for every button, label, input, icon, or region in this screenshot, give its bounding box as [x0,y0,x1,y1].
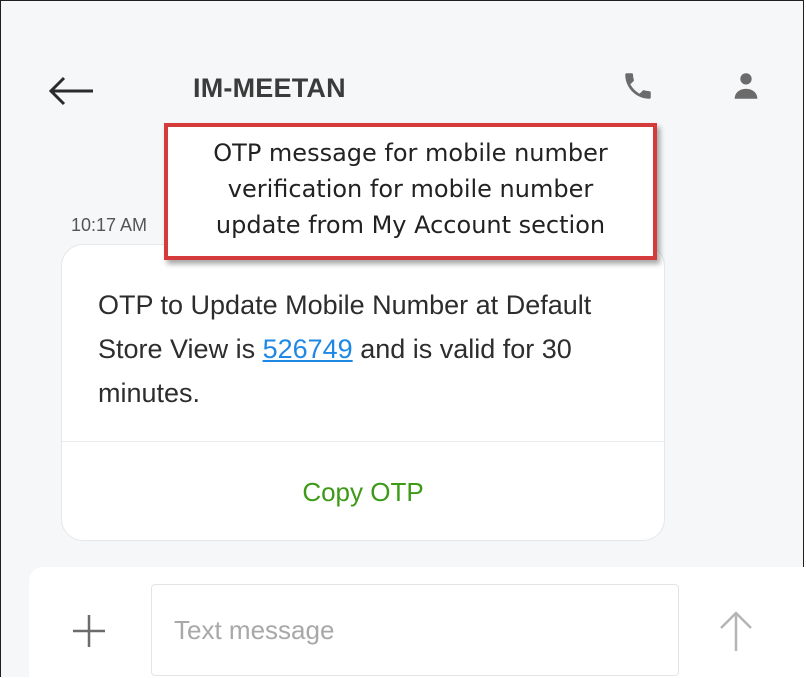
conversation-header: IM-MEETAN [1,1,803,121]
annotation-line: update from My Account section [215,211,606,239]
message-bubble[interactable]: OTP to Update Mobile Number at Default S… [61,244,665,541]
conversation-title: IM-MEETAN [193,73,346,103]
annotation-callout: OTP message for mobile number verificati… [164,123,657,260]
person-icon[interactable] [729,69,763,103]
arrow-left-icon[interactable] [47,71,95,111]
plus-icon[interactable] [69,611,109,651]
bubble-divider [62,441,664,442]
annotation-line: verification for mobile number [227,175,594,203]
copy-otp-button[interactable]: Copy OTP [62,477,664,508]
phone-icon[interactable] [621,69,655,103]
arrow-up-icon[interactable] [715,607,757,653]
message-text: OTP to Update Mobile Number at Default S… [98,283,638,415]
message-timestamp: 10:17 AM [71,215,148,235]
annotation-line: OTP message for mobile number [213,139,608,167]
text-message-input[interactable] [151,584,679,676]
otp-code-link[interactable]: 526749 [263,334,353,364]
messaging-screen: IM-MEETAN OTP message for mobile number … [0,0,805,678]
compose-bar [29,567,805,678]
